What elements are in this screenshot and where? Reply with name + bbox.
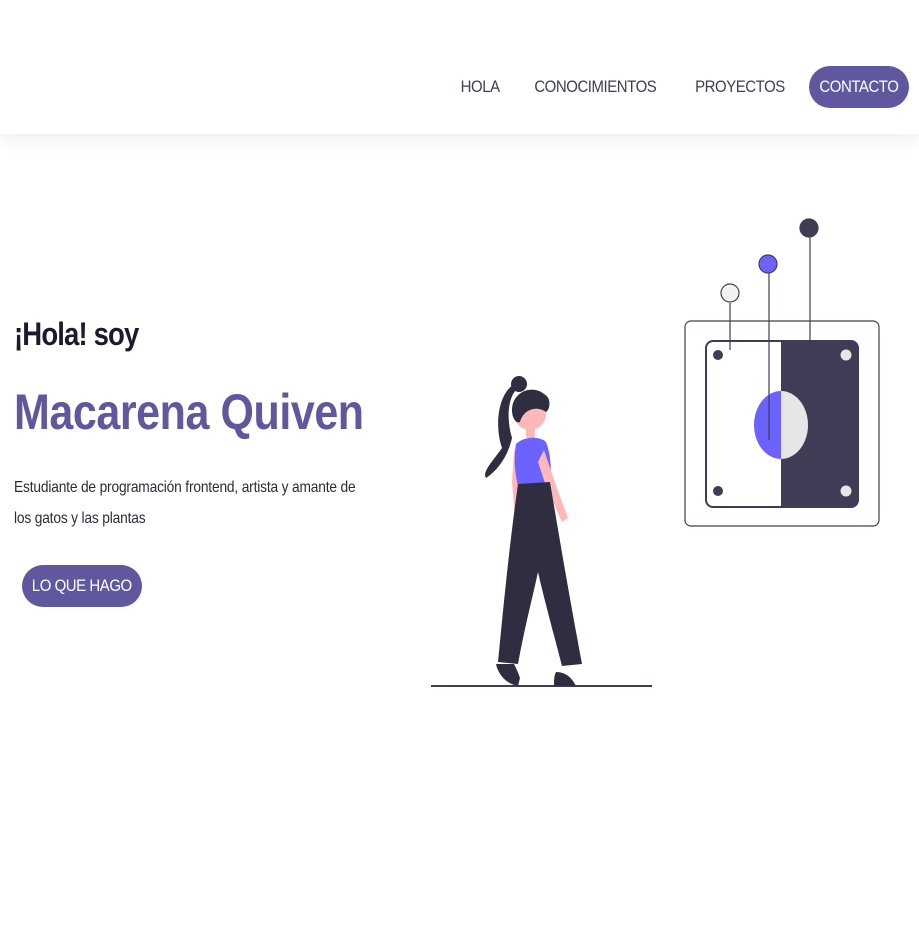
site-header: HOLA CONOCIMIENTOS PROYECTOS CONTACTO <box>0 0 919 134</box>
hero-name: Macarena Quiven <box>14 384 364 440</box>
main-nav: HOLA CONOCIMIENTOS PROYECTOS CONTACTO <box>434 66 909 108</box>
hero-bio: Estudiante de programación frontend, art… <box>14 479 356 527</box>
nav-link-proyectos[interactable]: PROYECTOS <box>695 77 785 97</box>
page: HOLA CONOCIMIENTOS PROYECTOS CONTACTO ¡H… <box>0 0 919 935</box>
what-i-do-button[interactable]: LO QUE HAGO <box>22 565 142 607</box>
contact-button[interactable]: CONTACTO <box>809 66 909 108</box>
control-panel-icon <box>684 320 880 527</box>
contact-button-label: CONTACTO <box>819 77 899 96</box>
nav-link-conocimientos[interactable]: CONOCIMIENTOS <box>535 77 657 97</box>
hero-illustration <box>431 218 880 687</box>
woman-figure-icon <box>485 376 582 686</box>
what-i-do-button-label: LO QUE HAGO <box>32 576 132 595</box>
nav-link-hola[interactable]: HOLA <box>461 77 500 97</box>
hero-greeting: ¡Hola! soy <box>14 316 139 352</box>
